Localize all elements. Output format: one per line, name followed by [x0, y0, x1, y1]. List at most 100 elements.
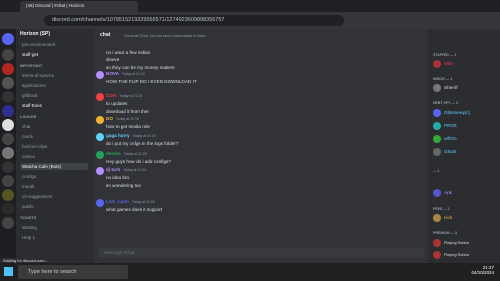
server-icon[interactable]: [2, 77, 14, 89]
member-name[interactable]: Milo: [444, 61, 452, 66]
message-text: im wondering too: [106, 183, 141, 188]
member-activity: Playing Roblox: [444, 241, 470, 245]
message-text: download it from ther: [106, 109, 149, 114]
message-timestamp: Today at 21:20: [123, 168, 147, 172]
channel-item[interactable]: public: [22, 203, 34, 210]
member-category: PREMIUM — 3: [433, 231, 457, 235]
member-category: DEBT SPY — 4: [433, 101, 458, 105]
member-name[interactable]: Apk: [444, 190, 452, 195]
member-name[interactable]: Ghost: [444, 149, 456, 154]
server-icon[interactable]: [2, 161, 14, 173]
member-category: STAFFED — 1: [433, 53, 457, 57]
server-icon[interactable]: [2, 105, 14, 117]
avatar[interactable]: [96, 199, 104, 207]
channel-item[interactable]: creds: [22, 133, 33, 140]
avatar[interactable]: [433, 60, 441, 68]
member-name[interactable]: Sherrif: [444, 85, 458, 90]
server-icon[interactable]: [2, 147, 14, 159]
message-author[interactable]: NOVA Today at 21:19: [106, 71, 145, 76]
avatar[interactable]: [433, 214, 441, 222]
avatar[interactable]: [433, 109, 441, 117]
category-label[interactable]: LOUNGE: [20, 115, 36, 119]
server-icon[interactable]: [2, 189, 14, 201]
member-name[interactable]: nick: [444, 215, 452, 220]
channel-item[interactable]: applications: [22, 82, 46, 89]
channel-item[interactable]: casino: [22, 153, 35, 160]
avatar[interactable]: [96, 116, 104, 124]
channel-item[interactable]: configs: [22, 173, 36, 180]
server-icon[interactable]: [2, 91, 14, 103]
avatar[interactable]: [96, 71, 104, 79]
server-icon[interactable]: [2, 49, 14, 61]
message-author[interactable]: gaga hurry Today at 21:19: [106, 133, 156, 138]
message-text: so they can be my money makers: [106, 65, 175, 70]
browser-tab[interactable]: (48) Discord | #chat | Horizon: [20, 1, 138, 12]
avatar[interactable]: [433, 84, 441, 92]
member-name[interactable]: PRO5: [444, 123, 457, 128]
channel-item[interactable]: mouth: [22, 183, 35, 190]
avatar[interactable]: [96, 167, 104, 175]
home-icon[interactable]: [2, 33, 14, 45]
channel-item-selected[interactable]: Watcha Cafe (Bots): [20, 163, 88, 170]
url-bar[interactable]: discord.com/channels/1079515219329556571…: [44, 15, 344, 26]
member-activity: Playing Roblox: [444, 253, 470, 257]
avatar[interactable]: [96, 93, 104, 101]
channel-item[interactable]: giftbook: [22, 92, 38, 99]
channel-item[interactable]: staff-Exes: [22, 102, 42, 109]
message-text: do i put my cnfgs in the logs folder?: [106, 141, 179, 146]
member-name[interactable]: urflOn: [444, 136, 457, 141]
category-label[interactable]: TICKETS: [20, 216, 36, 220]
message-author[interactable]: ebolus Today at 21:20: [106, 151, 147, 156]
message-timestamp: Today at 21:20: [131, 200, 155, 204]
server-icon[interactable]: [2, 203, 14, 215]
channel-title: chat: [100, 32, 111, 38]
taskbar-search[interactable]: Type here to search: [18, 265, 128, 279]
message-timestamp: Today at 21:19: [121, 72, 145, 76]
channel-item[interactable]: v2-suggestions: [22, 193, 52, 200]
member-list: STAFFED — 1 Milo MINOR — 1 Sherrif DEBT …: [428, 29, 500, 263]
chat-area: chat General Chat. Do not send commands …: [94, 29, 428, 263]
server-icon[interactable]: [2, 133, 14, 145]
avatar[interactable]: [433, 135, 441, 143]
server-icon[interactable]: [2, 119, 14, 131]
server-icon[interactable]: [2, 63, 14, 75]
member-name[interactable]: Glimmeey(c): [444, 110, 470, 115]
avatar[interactable]: [433, 122, 441, 130]
message-text: HOW THE FLIP DO I EVEN DOWNLOAD IT: [106, 79, 197, 84]
clock-date: 04/10/2024: [471, 270, 494, 275]
message-author[interactable]: DO Today at 21:19: [106, 116, 139, 121]
message-author[interactable]: dj turn Today at 21:20: [106, 167, 146, 172]
channel-item[interactable]: staff-get: [22, 51, 38, 58]
channel-item[interactable]: Help 1: [22, 234, 35, 241]
channel-item[interactable]: chat: [22, 123, 31, 130]
channel-item[interactable]: Waiting: [22, 224, 37, 231]
message-author[interactable]: LAC_Lynn Today at 21:20: [106, 199, 155, 204]
avatar[interactable]: [433, 239, 441, 247]
message-text: no idea bro: [106, 175, 129, 180]
server-name[interactable]: Horizon (SP): [20, 31, 50, 37]
message-input[interactable]: Message #chat: [98, 248, 424, 258]
message-text: to updates: [106, 101, 128, 106]
channel-item[interactable]: terms-of-service: [22, 72, 54, 79]
channel-topic: General Chat. Do not send commands in he…: [124, 32, 206, 38]
server-icon[interactable]: [2, 175, 14, 187]
channel-item[interactable]: join-environment: [22, 41, 55, 48]
tab-title: (48) Discord | #chat | Horizon: [26, 3, 85, 8]
member-category: FREE — 1: [433, 207, 450, 211]
avatar[interactable]: [433, 251, 441, 259]
message-timestamp: Today at 21:19: [119, 94, 143, 98]
clock: 21:27 04/10/2024: [471, 265, 494, 275]
avatar[interactable]: [96, 151, 104, 159]
message-author[interactable]: COA Today at 21:19: [106, 93, 142, 98]
category-label[interactable]: IMPORTANT: [20, 64, 42, 68]
member-category: MINOR — 1: [433, 77, 453, 81]
avatar[interactable]: [433, 189, 441, 197]
message-text: sleeve: [106, 57, 120, 62]
avatar[interactable]: [96, 133, 104, 141]
avatar[interactable]: [433, 148, 441, 156]
message-text: what games does it support: [106, 207, 163, 212]
server-list: [0, 29, 16, 263]
server-icon[interactable]: [2, 217, 14, 229]
channel-item[interactable]: horizon-clips: [22, 143, 47, 150]
windows-start-icon[interactable]: [4, 267, 13, 276]
